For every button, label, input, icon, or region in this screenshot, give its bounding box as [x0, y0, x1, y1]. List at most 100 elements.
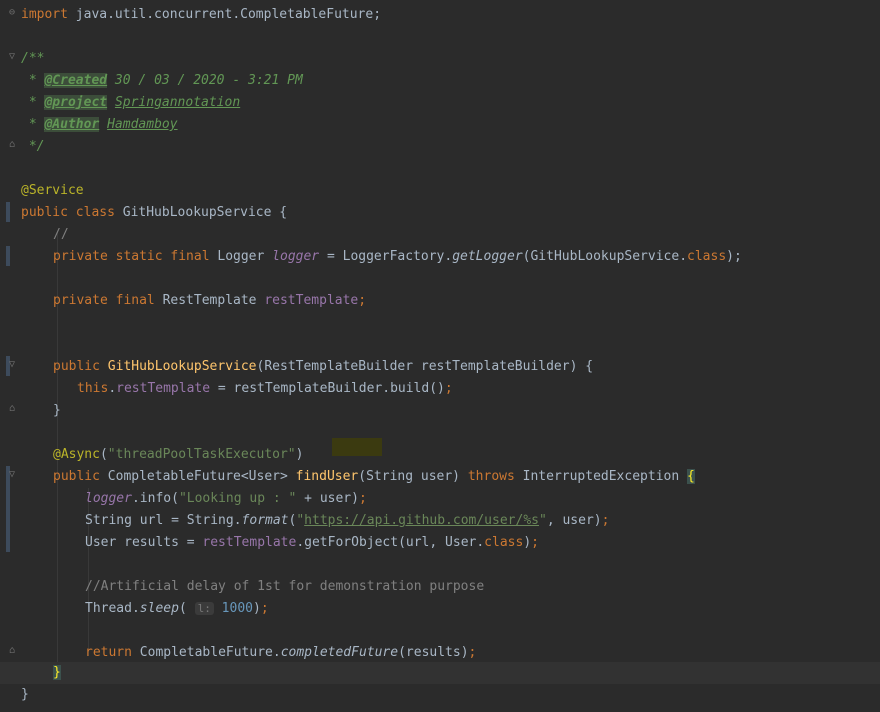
code-text: Thread.sleep( l: 1000);	[85, 598, 269, 620]
code-token: 1000	[221, 601, 253, 616]
code-token: *	[21, 73, 45, 88]
code-line[interactable]: @Service	[0, 180, 880, 202]
code-token: RestTemplate	[162, 293, 265, 308]
code-token: logger	[85, 491, 132, 506]
code-line[interactable]: }	[0, 400, 880, 422]
code-line[interactable]: logger.info("Looking up : " + user);	[0, 488, 880, 510]
code-token: GitHubLookupService	[107, 359, 257, 374]
code-line[interactable]: Thread.sleep( l: 1000);	[0, 598, 880, 620]
code-token: getLogger	[452, 249, 523, 264]
code-text: */	[21, 136, 45, 158]
code-token: )	[295, 447, 304, 462]
code-token: Springannotation	[114, 95, 241, 110]
code-text: this.restTemplate = restTemplateBuilder.…	[77, 378, 453, 400]
code-token: private final	[53, 293, 163, 308]
code-token: public	[53, 469, 108, 484]
code-token: )	[252, 601, 261, 616]
code-text: public GitHubLookupService(RestTemplateB…	[53, 356, 593, 378]
code-token: , user)	[546, 513, 602, 528]
code-token: ;	[358, 293, 367, 308]
code-token: restTemplate	[264, 293, 359, 308]
code-text: import java.util.concurrent.CompletableF…	[21, 4, 381, 26]
code-token: restTemplate	[116, 381, 211, 396]
code-token: .info(	[131, 491, 179, 506]
code-line-current[interactable]: }	[0, 662, 880, 684]
code-token: String url = String.	[85, 513, 242, 528]
code-token: (String user)	[358, 469, 468, 484]
code-token: ;	[468, 645, 477, 660]
code-line[interactable]: private static final Logger logger = Log…	[0, 246, 880, 268]
code-token: ;	[444, 381, 453, 396]
code-line[interactable]: }	[0, 684, 880, 706]
code-text: @Service	[21, 180, 84, 202]
code-token: import	[21, 7, 68, 22]
code-token: https://api.github.com/user/%s	[304, 513, 539, 528]
code-token: "threadPoolTaskExecutor"	[107, 447, 296, 462]
code-token: completedFuture	[280, 645, 399, 660]
code-token: = restTemplateBuilder.build()	[210, 381, 445, 396]
code-line[interactable]: //Artificial delay of 1st for demonstrat…	[0, 576, 880, 598]
code-token: *	[21, 117, 45, 132]
code-token: */	[21, 139, 45, 154]
code-token: InterruptedException	[522, 469, 688, 484]
code-line[interactable]: this.restTemplate = restTemplateBuilder.…	[0, 378, 880, 400]
code-token: //	[53, 227, 69, 242]
code-line[interactable]: public GitHubLookupService(RestTemplateB…	[0, 356, 880, 378]
code-line[interactable]: @Async("threadPoolTaskExecutor")	[0, 444, 880, 466]
code-text: public class GitHubLookupService {	[21, 202, 287, 224]
code-text: //	[53, 224, 69, 246]
parameter-hint: l:	[194, 602, 214, 615]
code-text: //Artificial delay of 1st for demonstrat…	[85, 576, 484, 598]
code-line[interactable]: import java.util.concurrent.CompletableF…	[0, 4, 880, 26]
code-token: ;	[358, 491, 367, 506]
code-line[interactable]: * @Created 30 / 03 / 2020 - 3:21 PM	[0, 70, 880, 92]
code-token: (results)	[398, 645, 469, 660]
code-token: }	[53, 665, 61, 680]
code-text: /**	[21, 48, 44, 70]
code-token: Thread.	[85, 601, 140, 616]
code-token: logger	[272, 249, 320, 264]
code-token: (	[178, 601, 195, 616]
code-line[interactable]: * @Author Hamdamboy	[0, 114, 880, 136]
code-line[interactable]: //	[0, 224, 880, 246]
code-token: User results =	[85, 535, 203, 550]
code-token: CompletableFuture.	[139, 645, 281, 660]
code-token: (GitHubLookupService.	[522, 249, 688, 264]
code-text: User results = restTemplate.getForObject…	[85, 532, 539, 554]
code-editor[interactable]: ⊖ ▽ ⌂ ▽ ⌂ ▽ ⌂ import java.util.concurren…	[0, 0, 880, 712]
code-token: }	[53, 403, 61, 418]
code-line[interactable]: public class GitHubLookupService {	[0, 202, 880, 224]
code-line[interactable]: private final RestTemplate restTemplate;	[0, 290, 880, 312]
code-text: * @project Springannotation	[21, 92, 240, 114]
code-token: "	[538, 513, 547, 528]
code-token: ;	[601, 513, 610, 528]
code-line[interactable]: String url = String.format("https://api.…	[0, 510, 880, 532]
code-line[interactable]: public CompletableFuture<User> findUser(…	[0, 466, 880, 488]
code-line[interactable]: */	[0, 136, 880, 158]
code-text: @Async("threadPoolTaskExecutor")	[53, 444, 303, 466]
code-token: );	[726, 249, 742, 264]
code-line[interactable]: * @project Springannotation	[0, 92, 880, 114]
code-token: (RestTemplateBuilder restTemplateBuilder…	[256, 359, 594, 374]
code-token: *	[21, 95, 45, 110]
code-token: java.util.concurrent.CompletableFuture;	[67, 7, 382, 22]
code-token: .	[108, 381, 117, 396]
code-text: * @Author Hamdamboy	[21, 114, 178, 136]
code-token: /**	[21, 51, 45, 66]
code-line[interactable]: return CompletableFuture.completedFuture…	[0, 642, 880, 664]
code-line[interactable]: User results = restTemplate.getForObject…	[0, 532, 880, 554]
code-token: Hamdamboy	[107, 117, 178, 132]
code-token: restTemplate	[202, 535, 297, 550]
code-token: = LoggerFactory.	[319, 249, 453, 264]
code-token: @Async	[53, 447, 100, 462]
code-token: public class	[21, 205, 123, 220]
code-line[interactable]: /**	[0, 48, 880, 70]
code-token: //Artificial delay of 1st for demonstrat…	[85, 579, 485, 594]
code-token: 30 / 03 / 2020 - 3:21 PM	[107, 73, 303, 88]
code-token: .getForObject(url, User.	[296, 535, 485, 550]
code-token: Logger	[217, 249, 273, 264]
code-token: }	[21, 687, 29, 702]
